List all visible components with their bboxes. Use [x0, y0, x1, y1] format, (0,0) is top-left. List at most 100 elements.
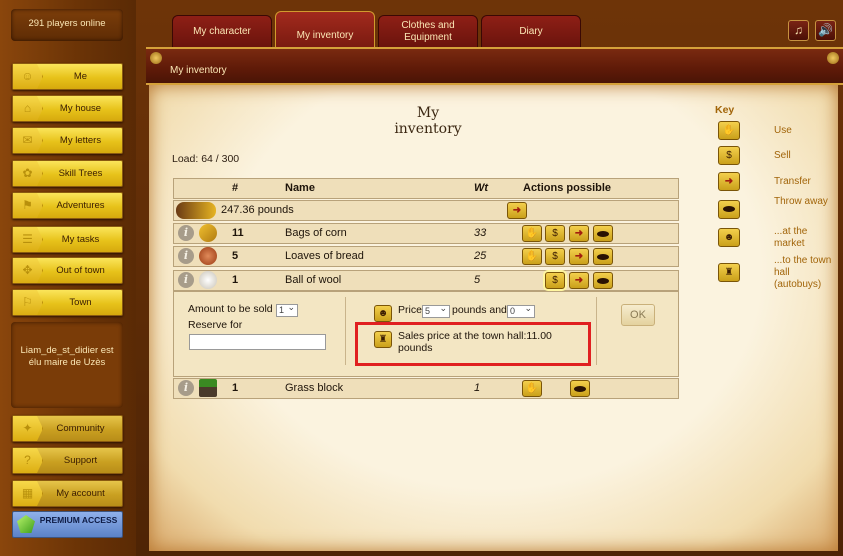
- item-wt: 5: [474, 274, 481, 286]
- item-wt: 1: [474, 382, 481, 394]
- market-icon: ☻: [718, 228, 740, 247]
- price-label: Price: [398, 304, 422, 316]
- ornament-icon: [150, 52, 162, 64]
- sidebar-item-label: My letters: [59, 135, 102, 146]
- sidebar-item-my-house[interactable]: ⌂ My house: [12, 95, 123, 122]
- players-online: 291 players online: [11, 9, 123, 41]
- sidebar-item-my-account[interactable]: ▦ My account: [12, 480, 123, 507]
- sidebar-item-label: My house: [59, 103, 102, 114]
- col-actions: Actions possible: [523, 182, 612, 194]
- col-wt: Wt: [474, 182, 489, 194]
- bread-icon: [199, 247, 217, 265]
- title-bar: My inventory: [146, 47, 843, 85]
- info-icon[interactable]: i: [178, 225, 194, 241]
- sidebar-item-skill-trees[interactable]: ✿ Skill Trees: [12, 160, 123, 187]
- key-title: Key: [715, 104, 735, 116]
- sell-button[interactable]: $: [545, 248, 565, 265]
- reserve-label: Reserve for: [188, 319, 243, 331]
- page-title: My inventory: [394, 105, 462, 137]
- gem-icon: [17, 515, 35, 533]
- throw-away-button[interactable]: [593, 225, 613, 242]
- sell-button[interactable]: $: [545, 225, 565, 242]
- premium-access-button[interactable]: PREMIUM ACCESS: [12, 511, 123, 538]
- sidebar-item-label: Town: [69, 297, 92, 308]
- sidebar-item-town[interactable]: ⚐ Town: [12, 289, 123, 316]
- sidebar-item-label: Skill Trees: [58, 168, 103, 179]
- col-name: Name: [285, 182, 315, 194]
- throw-away-button[interactable]: [593, 248, 613, 265]
- divider: [596, 297, 597, 365]
- grass-block-icon: [199, 379, 217, 397]
- amount-select[interactable]: 1: [276, 302, 298, 317]
- info-icon[interactable]: i: [178, 272, 194, 288]
- eye-icon: [718, 200, 740, 219]
- game-window: 291 players online ☺ Me ⌂ My house ✉ My let…: [0, 0, 843, 556]
- music-toggle-button[interactable]: ♫: [788, 20, 809, 41]
- table-header: # Name Wt Actions possible: [173, 178, 679, 199]
- ok-button[interactable]: OK: [621, 304, 655, 326]
- sidebar-item-support[interactable]: ? Support: [12, 447, 123, 474]
- info-icon[interactable]: i: [178, 380, 194, 396]
- sidebar-item-my-tasks[interactable]: ☰ My tasks: [12, 226, 123, 253]
- amount-label: Amount to be sold: [188, 303, 273, 315]
- use-button[interactable]: ✋: [522, 380, 542, 397]
- sound-toggle-button[interactable]: 🔊: [815, 20, 836, 41]
- town-hall-icon: ♜: [718, 263, 740, 282]
- sidebar-item-label: Out of town: [56, 265, 105, 276]
- transfer-money-button[interactable]: ➜: [507, 202, 527, 219]
- key-label: Use: [774, 125, 792, 136]
- sell-button[interactable]: $: [545, 272, 565, 289]
- money-bag-icon: [176, 202, 216, 219]
- load-indicator: Load: 64 / 300: [172, 153, 240, 165]
- item-name: Loaves of bread: [285, 250, 364, 262]
- breadcrumb: My inventory: [170, 65, 227, 76]
- sidebar-item-label: My tasks: [61, 234, 100, 245]
- table-row: i 11 Bags of corn 33 ✋ $ ➜: [173, 223, 679, 244]
- sidebar-item-label: Community: [56, 423, 105, 434]
- ornament-icon: [827, 52, 839, 64]
- wool-icon: [199, 271, 217, 289]
- col-num: #: [232, 182, 239, 194]
- hand-icon: ✋: [718, 121, 740, 140]
- sidebar-item-community[interactable]: ✦ Community: [12, 415, 123, 442]
- use-button[interactable]: ✋: [522, 225, 542, 242]
- use-button[interactable]: ✋: [522, 248, 542, 265]
- tab-label: Diary: [519, 26, 543, 37]
- sidebar-item-out-of-town[interactable]: ✥ Out of town: [12, 257, 123, 284]
- premium-label: PREMIUM ACCESS: [39, 515, 118, 525]
- item-qty: 1: [232, 274, 239, 286]
- transfer-button[interactable]: ➜: [569, 248, 589, 265]
- sidebar-item-label: My account: [56, 488, 105, 499]
- price-pounds-select[interactable]: 5: [422, 303, 450, 318]
- key-label: Transfer: [774, 176, 811, 187]
- item-name: Ball of wool: [285, 274, 342, 286]
- throw-away-button[interactable]: [570, 380, 590, 397]
- item-name: Grass block: [285, 382, 344, 394]
- item-name: Bags of corn: [285, 227, 347, 239]
- money-amount: 247.36 pounds: [221, 204, 294, 216]
- tab-label: Clothes and Equipment: [401, 20, 455, 43]
- table-row: i 1 Grass block 1 ✋: [173, 378, 679, 399]
- news-box: Liam_de_st_didier est élu maire de Uzès: [11, 322, 123, 408]
- arrow-icon: ➜: [718, 172, 740, 191]
- market-icon: ☻: [374, 305, 392, 322]
- sidebar-item-label: Me: [73, 71, 88, 82]
- item-wt: 25: [474, 250, 487, 262]
- sidebar-item-adventures[interactable]: ⚑ Adventures: [12, 192, 123, 219]
- info-icon[interactable]: i: [178, 248, 194, 264]
- transfer-button[interactable]: ➜: [569, 272, 589, 289]
- reserve-input[interactable]: [189, 334, 326, 350]
- highlight-box: [355, 322, 591, 366]
- money-row: 247.36 pounds ➜: [173, 200, 679, 221]
- music-icon: ♫: [794, 23, 803, 37]
- key-label: Throw away: [774, 196, 828, 207]
- tab-label: My inventory: [296, 30, 354, 41]
- transfer-button[interactable]: ➜: [569, 225, 589, 242]
- throw-away-button[interactable]: [593, 272, 613, 289]
- sidebar-item-me[interactable]: ☺ Me: [12, 63, 123, 90]
- sidebar-item-my-letters[interactable]: ✉ My letters: [12, 127, 123, 154]
- item-wt: 33: [474, 227, 487, 239]
- price-pence-select[interactable]: 0: [507, 303, 535, 318]
- sidebar-item-label: Support: [63, 455, 98, 466]
- table-row: i 1 Ball of wool 5 $ ➜: [173, 270, 679, 291]
